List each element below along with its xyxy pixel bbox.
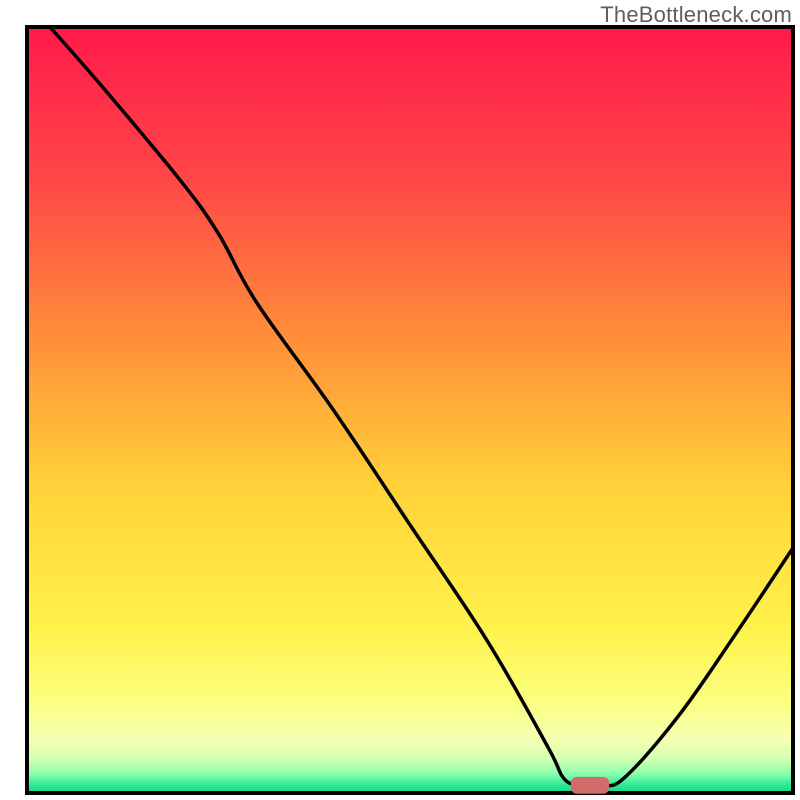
chart-frame: TheBottleneck.com <box>0 0 800 800</box>
plot-background <box>27 27 793 793</box>
optimal-marker <box>571 777 609 794</box>
bottleneck-chart <box>0 0 800 800</box>
